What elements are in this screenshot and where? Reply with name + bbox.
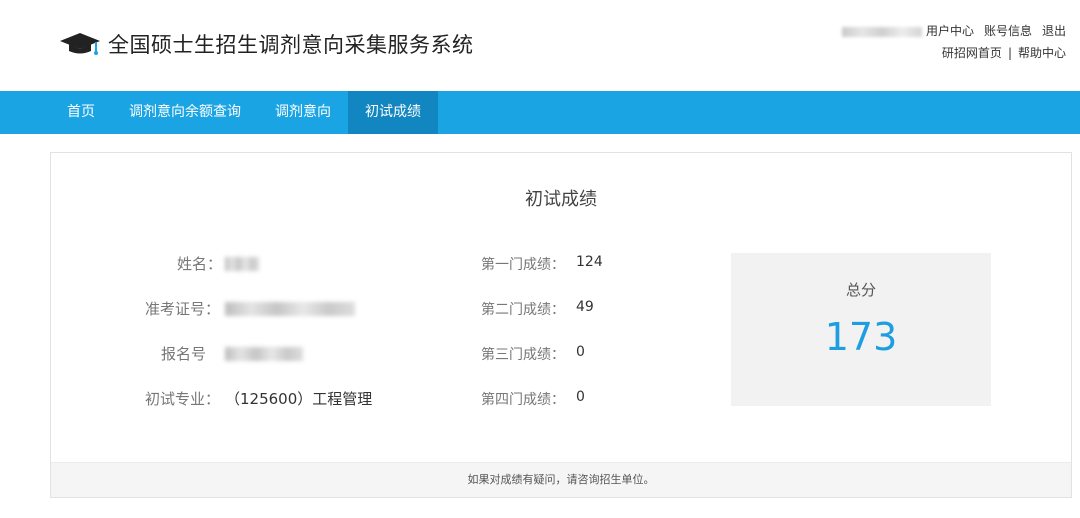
nav-quota-query[interactable]: 调剂意向余额查询 xyxy=(118,91,252,134)
scores-card: 初试成绩 姓名： 准考证号： 报名号 初试专业： （125600）工程管理 第一… xyxy=(50,152,1072,498)
card-title: 初试成绩 xyxy=(525,189,597,210)
nav-adjust-intent[interactable]: 调剂意向 xyxy=(264,91,342,134)
score-3-label: 第三门成绩： xyxy=(481,347,565,363)
score-2-label: 第二门成绩： xyxy=(481,302,565,318)
total-score-box: 总分 173 xyxy=(731,253,991,406)
logout-link[interactable]: 退出 xyxy=(1042,24,1066,38)
score-1-value: 124 xyxy=(576,254,603,270)
exam-id-label: 准考证号： xyxy=(145,300,221,318)
link-separator: | xyxy=(1007,46,1012,60)
name-redacted xyxy=(225,257,259,271)
total-score-label: 总分 xyxy=(845,281,876,299)
nav-home[interactable]: 首页 xyxy=(55,91,107,134)
score-4-value: 0 xyxy=(576,389,585,405)
user-center-link[interactable]: 用户中心 xyxy=(926,24,974,38)
major-label: 初试专业： xyxy=(145,390,221,408)
yanzhao-home-link[interactable]: 研招网首页 xyxy=(942,46,1002,60)
account-info-link[interactable]: 账号信息 xyxy=(984,24,1032,38)
help-center-link[interactable]: 帮助中心 xyxy=(1018,46,1066,60)
major-value: （125600）工程管理 xyxy=(225,390,373,408)
score-1-label: 第一门成绩： xyxy=(481,257,565,273)
reg-id-label: 报名号 xyxy=(161,345,207,363)
total-score-value: 173 xyxy=(824,315,898,359)
username-redacted xyxy=(841,26,922,37)
site-title: 全国硕士生招生调剂意向采集服务系统 xyxy=(108,33,474,57)
name-label: 姓名： xyxy=(177,255,223,273)
top-links: 用户中心 账号信息 退出 研招网首页 | 帮助中心 xyxy=(841,20,1066,64)
score-4-label: 第四门成绩： xyxy=(481,392,565,408)
page-header: 全国硕士生招生调剂意向采集服务系统 用户中心 账号信息 退出 研招网首页 | 帮助中心 xyxy=(0,0,1080,91)
graduation-cap-icon xyxy=(60,33,100,55)
main-nav: 首页 调剂意向余额查询 调剂意向 初试成绩 xyxy=(0,91,1080,134)
score-3-value: 0 xyxy=(576,344,585,360)
card-footer-note: 如果对成绩有疑问，请咨询招生单位。 xyxy=(51,462,1071,497)
exam-id-redacted xyxy=(225,302,355,316)
reg-id-redacted xyxy=(225,347,303,361)
score-2-value: 49 xyxy=(576,299,594,315)
nav-initial-scores[interactable]: 初试成绩 xyxy=(348,91,438,134)
